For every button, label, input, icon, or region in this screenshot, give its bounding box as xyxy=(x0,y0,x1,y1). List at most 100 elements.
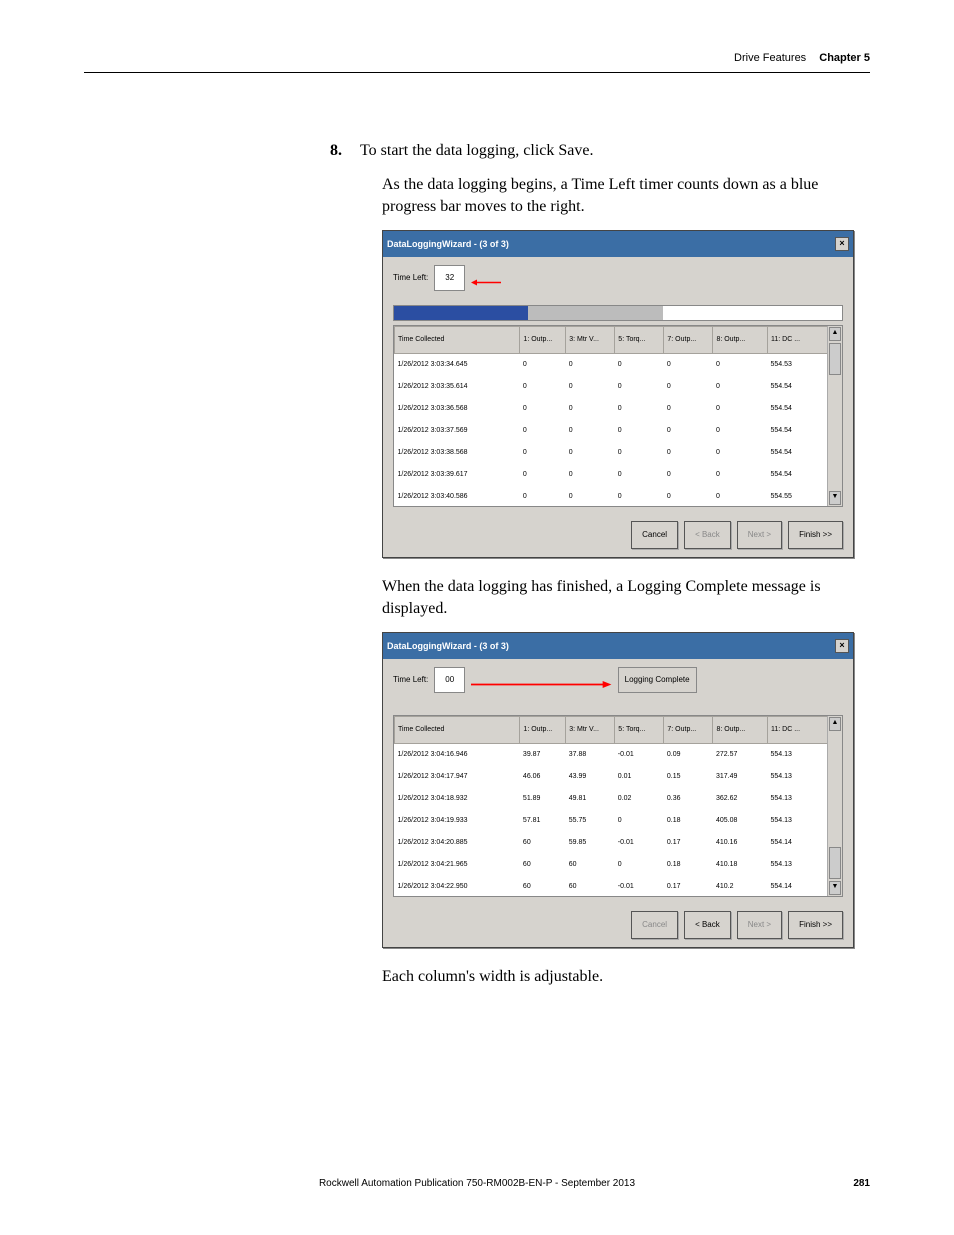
table-cell: 362.62 xyxy=(713,788,768,810)
col-8[interactable]: 8: Outp... xyxy=(713,327,768,354)
table-cell: 1/26/2012 3:03:35.614 xyxy=(395,376,520,398)
table-cell: 554.13 xyxy=(767,766,827,788)
table-row: 1/26/2012 3:03:35.61400000554.54 xyxy=(395,376,828,398)
table-cell: 1/26/2012 3:04:22.950 xyxy=(395,876,520,897)
table-cell: 0 xyxy=(520,354,566,377)
table-cell: 1/26/2012 3:03:37.569 xyxy=(395,420,520,442)
publication-id: Rockwell Automation Publication 750-RM00… xyxy=(319,1178,635,1189)
table-cell: 0.02 xyxy=(615,788,664,810)
scroll-track[interactable] xyxy=(828,732,842,846)
table-cell: 405.08 xyxy=(713,810,768,832)
finish-button[interactable]: Finish >> xyxy=(788,911,843,939)
arrow-icon xyxy=(471,676,611,685)
table-cell: 0 xyxy=(566,354,615,377)
table-cell: 0 xyxy=(566,442,615,464)
arrow-icon xyxy=(471,274,501,283)
scroll-up-icon[interactable]: ▲ xyxy=(829,717,841,731)
scroll-down-icon[interactable]: ▼ xyxy=(829,491,841,505)
running-header: Drive Features Chapter 5 xyxy=(734,52,870,64)
table-cell: 0 xyxy=(615,420,664,442)
table-cell: 0 xyxy=(713,398,768,420)
table-cell: 60 xyxy=(520,854,566,876)
col-1[interactable]: 1: Outp... xyxy=(520,327,566,354)
table-cell: 0 xyxy=(520,442,566,464)
back-button[interactable]: < Back xyxy=(684,911,731,939)
table-cell: 1/26/2012 3:04:19.933 xyxy=(395,810,520,832)
table-cell: 49.81 xyxy=(566,788,615,810)
table-cell: 0 xyxy=(615,354,664,377)
close-icon[interactable]: × xyxy=(835,237,849,251)
table-cell: 554.55 xyxy=(767,486,827,507)
step-text-2: As the data logging begins, a Time Left … xyxy=(382,174,854,218)
page-number: 281 xyxy=(853,1178,870,1189)
scrollbar[interactable]: ▲ ▼ xyxy=(827,716,842,896)
finish-button[interactable]: Finish >> xyxy=(788,521,843,549)
dialog-titlebar: DataLoggingWizard - (3 of 3) × xyxy=(383,231,853,257)
table-cell: 0.17 xyxy=(664,876,713,897)
col-5[interactable]: 5: Torq... xyxy=(615,717,664,744)
col-time[interactable]: Time Collected xyxy=(395,327,520,354)
table-cell: 554.54 xyxy=(767,420,827,442)
table-cell: 0 xyxy=(664,398,713,420)
table-cell: 0 xyxy=(615,464,664,486)
cancel-button[interactable]: Cancel xyxy=(631,521,678,549)
table-cell: 410.16 xyxy=(713,832,768,854)
table-cell: 0 xyxy=(664,442,713,464)
table-cell: 0 xyxy=(615,398,664,420)
col-7[interactable]: 7: Outp... xyxy=(664,717,713,744)
table-cell: 554.13 xyxy=(767,744,827,767)
scrollbar[interactable]: ▲ ▼ xyxy=(827,326,842,506)
table-cell: 0 xyxy=(713,354,768,377)
step-text-3: When the data logging has finished, a Lo… xyxy=(382,576,854,620)
table-row: 1/26/2012 3:04:21.965606000.18410.18554.… xyxy=(395,854,828,876)
table-cell: 0.18 xyxy=(664,854,713,876)
table-cell: 60 xyxy=(566,876,615,897)
scroll-thumb[interactable] xyxy=(829,847,841,879)
table-cell: 39.87 xyxy=(520,744,566,767)
table-cell: 60 xyxy=(520,876,566,897)
col-8[interactable]: 8: Outp... xyxy=(713,717,768,744)
time-left-value: 00 xyxy=(434,667,465,693)
table-cell: 554.14 xyxy=(767,832,827,854)
table-cell: 0 xyxy=(520,464,566,486)
table-cell: 554.13 xyxy=(767,854,827,876)
header-rule xyxy=(84,72,870,73)
cancel-button: Cancel xyxy=(631,911,678,939)
table-row: 1/26/2012 3:03:37.56900000554.54 xyxy=(395,420,828,442)
table-cell: 0 xyxy=(664,486,713,507)
table-row: 1/26/2012 3:04:17.94746.0643.990.010.153… xyxy=(395,766,828,788)
table-cell: 554.54 xyxy=(767,464,827,486)
table-cell: 0.36 xyxy=(664,788,713,810)
scroll-down-icon[interactable]: ▼ xyxy=(829,881,841,895)
table-cell: 0 xyxy=(713,464,768,486)
close-icon[interactable]: × xyxy=(835,639,849,653)
col-5[interactable]: 5: Torq... xyxy=(615,327,664,354)
table-cell: 0 xyxy=(566,464,615,486)
table-cell: 1/26/2012 3:04:20.885 xyxy=(395,832,520,854)
logging-complete-badge: Logging Complete xyxy=(618,667,697,693)
col-3[interactable]: 3: Mtr V... xyxy=(566,717,615,744)
table-cell: -0.01 xyxy=(615,744,664,767)
col-11[interactable]: 11: DC ... xyxy=(767,717,827,744)
table-row: 1/26/2012 3:04:22.9506060-0.010.17410.25… xyxy=(395,876,828,897)
table-cell: 1/26/2012 3:04:21.965 xyxy=(395,854,520,876)
col-11[interactable]: 11: DC ... xyxy=(767,327,827,354)
scroll-thumb[interactable] xyxy=(829,343,841,375)
time-left-label: Time Left: xyxy=(393,267,428,289)
table-cell: 43.99 xyxy=(566,766,615,788)
table-cell: 0 xyxy=(615,810,664,832)
table-row: 1/26/2012 3:04:16.94639.8737.88-0.010.09… xyxy=(395,744,828,767)
table-cell: 0 xyxy=(520,376,566,398)
scroll-track[interactable] xyxy=(828,376,842,490)
dialog-title: DataLoggingWizard - (3 of 3) xyxy=(387,233,509,255)
table-cell: 0 xyxy=(520,420,566,442)
col-1[interactable]: 1: Outp... xyxy=(520,717,566,744)
table-cell: 57.81 xyxy=(520,810,566,832)
scroll-up-icon[interactable]: ▲ xyxy=(829,327,841,341)
table-cell: 1/26/2012 3:03:34.645 xyxy=(395,354,520,377)
col-3[interactable]: 3: Mtr V... xyxy=(566,327,615,354)
dialog-buttons: Cancel < Back Next > Finish >> xyxy=(383,515,853,557)
col-time[interactable]: Time Collected xyxy=(395,717,520,744)
col-7[interactable]: 7: Outp... xyxy=(664,327,713,354)
table-cell: 0 xyxy=(664,464,713,486)
